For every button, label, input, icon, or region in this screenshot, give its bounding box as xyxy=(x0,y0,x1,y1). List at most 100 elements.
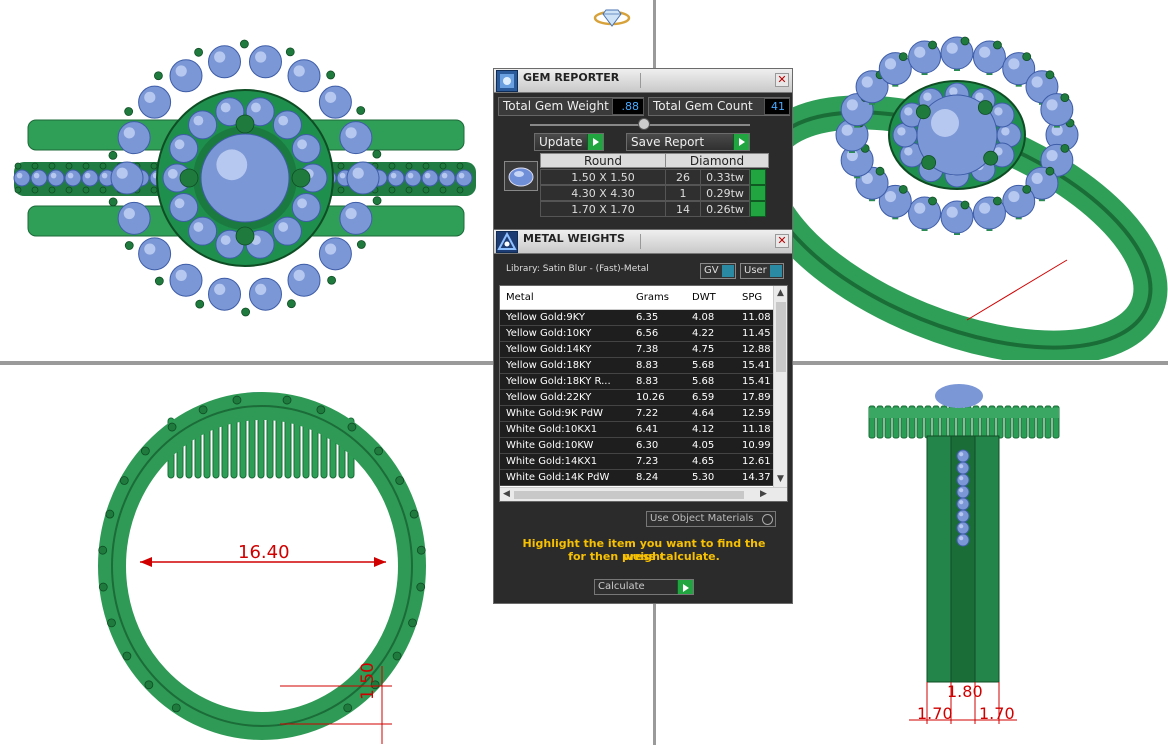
metal-table-row[interactable]: Yellow Gold:22KY 10.26 6.59 17.89 xyxy=(500,390,774,406)
play-icon[interactable] xyxy=(750,169,766,185)
prong xyxy=(409,509,419,519)
gemstone-facet xyxy=(884,58,897,70)
diamond-shape-thumbnail[interactable] xyxy=(504,161,538,191)
gemstone xyxy=(169,133,199,163)
scroll-right-icon[interactable]: ▶ xyxy=(760,489,767,499)
metal-table-row[interactable]: Yellow Gold:14KY 7.38 4.75 12.88 xyxy=(500,342,774,358)
gemstone-facet xyxy=(293,65,305,77)
metal-grams-cell: 6.35 xyxy=(636,312,659,323)
shank-side-left xyxy=(926,435,952,683)
prong xyxy=(343,703,353,713)
scrollbar-thumb[interactable] xyxy=(514,491,744,499)
gem-weight-cell: 0.29tw xyxy=(700,185,750,201)
metal-grams-cell: 8.83 xyxy=(636,360,659,371)
gemstone xyxy=(291,133,321,163)
metal-weights-titlebar[interactable]: METAL WEIGHTS ✕ xyxy=(494,230,792,254)
metal-table-row[interactable]: Yellow Gold:18KY 8.83 5.68 15.41 xyxy=(500,358,774,374)
prong xyxy=(960,200,970,210)
column-header-dwt[interactable]: DWT xyxy=(692,292,716,303)
prong xyxy=(439,162,447,170)
prong xyxy=(285,47,295,57)
column-header-spg[interactable]: SPG xyxy=(742,292,762,303)
metal-table-row[interactable]: White Gold:14K PdW 8.24 5.30 14.37 xyxy=(500,470,774,486)
gem-shape-header: Round xyxy=(540,153,666,168)
prong xyxy=(154,71,163,81)
gv-toggle[interactable]: GV xyxy=(700,263,736,279)
metal-name-cell: White Gold:10KX1 xyxy=(506,424,598,435)
calculate-button[interactable]: Calculate xyxy=(594,579,694,595)
gemstone-facet xyxy=(959,536,964,541)
prong xyxy=(99,186,107,194)
gemstone-facet xyxy=(904,107,913,116)
prong xyxy=(98,545,108,555)
gemstone-facet xyxy=(193,222,204,232)
total-gem-count-value: 41 xyxy=(764,98,790,115)
metal-table-row[interactable]: Yellow Gold:9KY 6.35 4.08 11.08 xyxy=(500,310,774,326)
prong xyxy=(993,40,1002,50)
gemstone-facet xyxy=(255,283,267,296)
prong xyxy=(140,446,150,456)
cad-workspace[interactable]: 16.40 1.50 1.80 1.70 1.70 GEM REPORTER ✕… xyxy=(0,0,1168,745)
prong xyxy=(98,582,108,592)
gemstone xyxy=(13,169,31,187)
prong xyxy=(416,545,426,555)
metal-weights-table[interactable]: Metal Grams DWT SPG Yellow Gold:9KY 6.35 4… xyxy=(499,285,788,502)
prong xyxy=(356,240,366,249)
gemstone xyxy=(291,193,321,223)
metal-table-row[interactable]: White Gold:10KW 6.30 4.05 10.99 xyxy=(500,438,774,454)
user-toggle[interactable]: User xyxy=(740,263,784,279)
save-report-button[interactable]: Save Report xyxy=(626,133,750,151)
horizontal-scrollbar[interactable]: ◀ ▶ xyxy=(500,487,787,501)
update-button[interactable]: Update xyxy=(534,133,604,151)
gemstone xyxy=(169,263,203,297)
close-icon[interactable]: ✕ xyxy=(775,73,789,87)
metal-name-cell: Yellow Gold:14KY xyxy=(506,344,592,355)
gem-count-cell: 26 xyxy=(665,169,701,185)
scroll-up-icon[interactable]: ▲ xyxy=(777,288,784,298)
metal-table-row[interactable]: White Gold:14KX1 7.23 4.65 12.61 xyxy=(500,454,774,470)
gemstone-facet xyxy=(297,139,307,150)
column-header-metal[interactable]: Metal xyxy=(506,292,534,303)
gem-table-row[interactable]: 1.70 X 1.70 14 0.26tw xyxy=(540,201,766,217)
prong xyxy=(1022,52,1032,62)
prong xyxy=(179,168,199,188)
metal-spg-cell: 15.41 xyxy=(742,360,771,371)
prong xyxy=(1045,70,1055,80)
play-icon[interactable] xyxy=(750,201,766,217)
gemstone-facet xyxy=(50,172,57,179)
gem-reporter-titlebar[interactable]: GEM REPORTER ✕ xyxy=(494,69,792,93)
use-object-materials-toggle[interactable]: Use Object Materials xyxy=(646,511,776,527)
prong xyxy=(122,651,132,661)
scrollbar-thumb[interactable] xyxy=(776,302,786,372)
metal-table-row[interactable]: Yellow Gold:10KY 6.56 4.22 11.45 xyxy=(500,326,774,342)
metal-spg-cell: 14.37 xyxy=(742,472,771,483)
metal-table-row[interactable]: White Gold:10KX1 6.41 4.12 11.18 xyxy=(500,422,774,438)
prong xyxy=(977,100,993,115)
play-icon xyxy=(733,134,749,150)
vertical-scrollbar[interactable]: ▲ ▼ xyxy=(773,286,787,489)
prong xyxy=(232,395,242,405)
close-icon[interactable]: ✕ xyxy=(775,234,789,248)
metal-grams-cell: 7.22 xyxy=(636,408,659,419)
gemstone-facet xyxy=(220,102,231,113)
metal-table-header: Metal Grams DWT SPG xyxy=(500,286,787,310)
gemstone xyxy=(956,473,970,487)
gem-table-row[interactable]: 1.50 X 1.50 26 0.33tw xyxy=(540,169,766,185)
scroll-left-icon[interactable]: ◀ xyxy=(503,489,510,499)
gem-table-row[interactable]: 4.30 X 4.30 1 0.29tw xyxy=(540,185,766,201)
metal-table-row[interactable]: Yellow Gold:18KY R... 8.83 5.68 15.41 xyxy=(500,374,774,390)
scroll-down-icon[interactable]: ▼ xyxy=(777,474,784,484)
metal-dwt-cell: 5.30 xyxy=(692,472,715,483)
play-icon[interactable] xyxy=(750,185,766,201)
prong xyxy=(108,197,118,207)
metal-dwt-cell: 4.75 xyxy=(692,344,715,355)
gem-slider-knob[interactable] xyxy=(638,118,650,130)
gem-reporter-icon xyxy=(496,70,518,92)
prong xyxy=(993,196,1002,206)
metal-table-row[interactable]: White Gold:9K PdW 7.22 4.64 12.59 xyxy=(500,406,774,422)
dimension-left-width-label: 1.70 xyxy=(917,704,953,723)
gemstone xyxy=(421,169,439,187)
gemstone-facet xyxy=(116,167,128,179)
prong xyxy=(235,114,255,134)
column-header-grams[interactable]: Grams xyxy=(636,292,669,303)
